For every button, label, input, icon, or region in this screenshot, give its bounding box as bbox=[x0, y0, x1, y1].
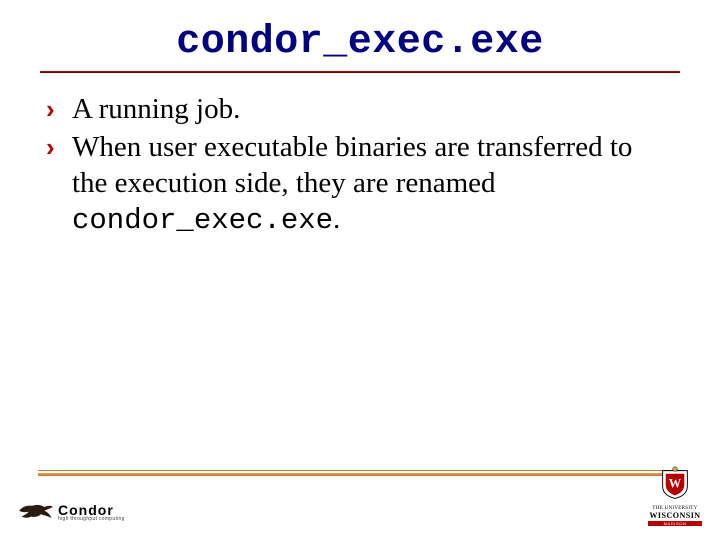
condor-word: Condor bbox=[58, 504, 125, 516]
content-area: › A running job. › When user executable … bbox=[0, 91, 720, 239]
condor-logo-text: Condor high throughput computing bbox=[58, 504, 125, 522]
slide: condor_exec.exe › A running job. › When … bbox=[0, 0, 720, 540]
bullet-text: A running job. bbox=[72, 91, 674, 127]
title-underline bbox=[40, 71, 680, 73]
condor-bird-icon bbox=[18, 502, 54, 524]
inline-code: condor_exec.exe bbox=[72, 204, 333, 237]
wisconsin-name: WISCONSIN bbox=[648, 511, 702, 520]
bullet-item: › A running job. bbox=[46, 91, 674, 127]
bullet-text: When user executable binaries are transf… bbox=[72, 129, 674, 239]
svg-text:W: W bbox=[669, 477, 682, 491]
wisconsin-logo: W THE UNIVERSITY WISCONSIN MADISON bbox=[648, 466, 702, 526]
slide-title: condor_exec.exe bbox=[0, 0, 720, 71]
bullet-text-pre: When user executable binaries are transf… bbox=[72, 131, 632, 199]
condor-subtitle: high throughput computing bbox=[58, 516, 125, 522]
condor-logo: Condor high throughput computing bbox=[18, 502, 125, 524]
bullet-item: › When user executable binaries are tran… bbox=[46, 129, 674, 239]
bullet-text-post: . bbox=[333, 203, 340, 235]
chevron-icon: › bbox=[46, 91, 72, 127]
chevron-icon: › bbox=[46, 129, 72, 165]
wisconsin-bar: MADISON bbox=[648, 521, 702, 526]
footer-divider bbox=[38, 470, 682, 476]
wisconsin-crest-icon: W bbox=[659, 466, 691, 500]
